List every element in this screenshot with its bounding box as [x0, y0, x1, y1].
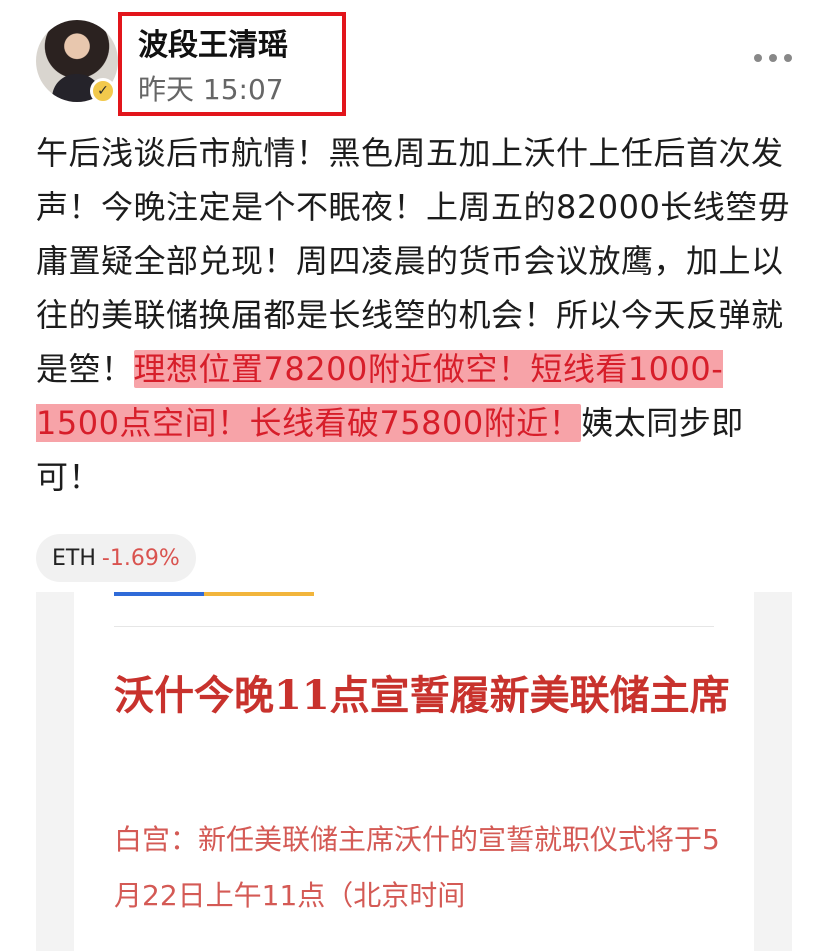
post-body: 午后浅谈后市航情！黑色周五加上沃什上任后首次发声！今晚注定是个不眠夜！上周五的8…: [36, 126, 792, 504]
article-body: 白宫：新任美联储主席沃什的宣誓就职仪式将于5月22日上午11点（北京时间: [114, 823, 720, 912]
article-card-content: 沃什今晚11点宣誓履新美联储主席 白宫：新任美联储主席沃什的宣誓就职仪式将于5月…: [74, 592, 754, 951]
ticker-tag[interactable]: ETH -1.69%: [36, 534, 196, 582]
ellipsis-icon: [769, 54, 777, 62]
post-timestamp: 昨天 15:07: [138, 73, 284, 106]
ticker-symbol: ETH: [52, 545, 96, 571]
ticker-change: -1.69%: [101, 545, 180, 571]
ellipsis-icon: [784, 54, 792, 62]
article-divider: [114, 626, 714, 627]
article-title: 沃什今晚11点宣誓履新美联储主席: [114, 672, 730, 719]
check-badge-icon: ✓: [90, 78, 116, 104]
article-accent-bar: [114, 592, 314, 596]
username[interactable]: 波段王清瑶: [138, 20, 288, 64]
article-card[interactable]: 沃什今晚11点宣誓履新美联储主席 白宫：新任美联储主席沃什的宣誓就职仪式将于5月…: [36, 592, 792, 951]
post-header: ✓ 波段王清瑶 昨天 15:07: [0, 0, 828, 120]
more-options-button[interactable]: [754, 54, 792, 62]
ellipsis-icon: [754, 54, 762, 62]
